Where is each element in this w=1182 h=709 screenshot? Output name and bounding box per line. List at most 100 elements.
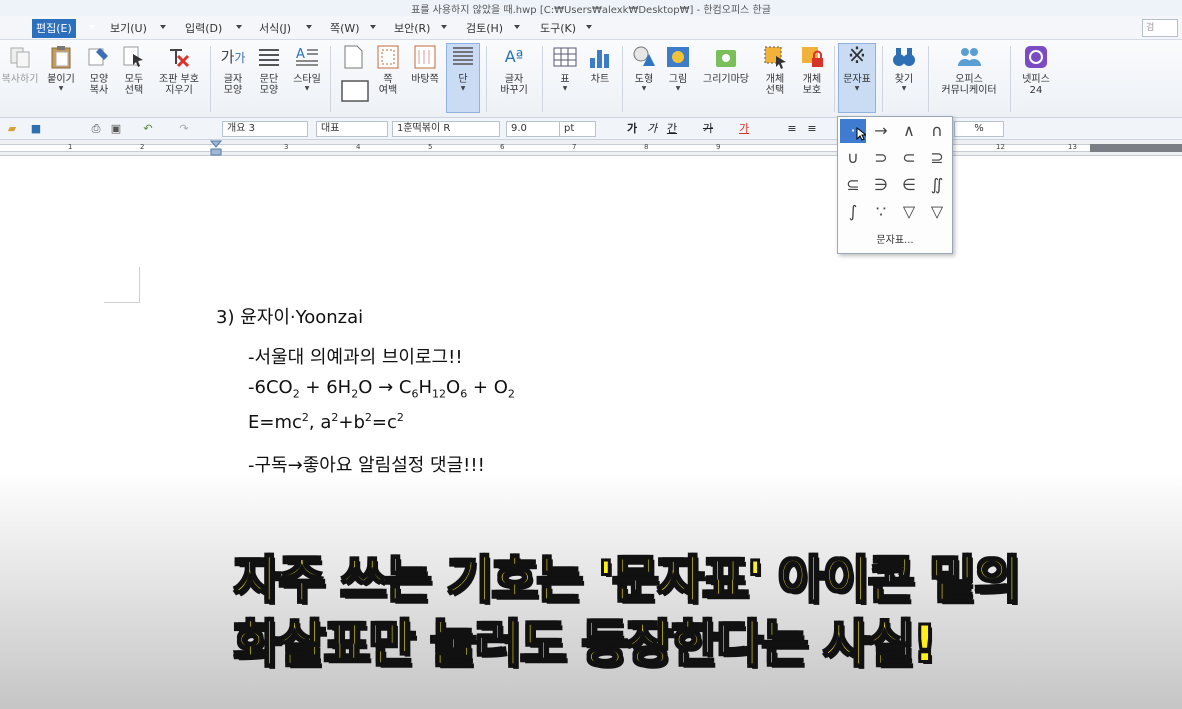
columns-button[interactable]: 단 ▼: [446, 43, 480, 113]
align-justify-icon[interactable]: ≡: [784, 121, 800, 137]
menu-security[interactable]: 보안(R): [394, 20, 430, 37]
ruler-number: 13: [1068, 143, 1077, 151]
char-map-button[interactable]: ※ 문자표 ▼: [838, 43, 876, 113]
strike-button[interactable]: 가: [700, 121, 716, 137]
menu-page[interactable]: 쪽(W): [330, 20, 360, 37]
underline-button[interactable]: 간: [664, 121, 680, 137]
menu-security-chevron-icon[interactable]: [441, 25, 447, 29]
menu-edit-chevron-icon[interactable]: [89, 25, 95, 29]
doc-line-formula: E=mc2, a2+b2=c2: [248, 411, 404, 433]
symbol-contains[interactable]: ∋: [868, 173, 894, 197]
clear-codes-button[interactable]: 조판 부호 지우기: [152, 44, 206, 96]
symbol-nabla[interactable]: ▽: [896, 200, 922, 224]
align-left-icon[interactable]: ≡: [804, 121, 820, 137]
page-margin-button[interactable]: 쪽 여백: [370, 44, 406, 96]
menu-tools[interactable]: 도구(K): [540, 20, 576, 37]
style-combo[interactable]: 대표: [316, 121, 388, 137]
ruler-number: 2: [140, 143, 145, 151]
chart-button[interactable]: 차트: [584, 44, 616, 85]
select-all-button[interactable]: 모두 선택: [118, 44, 150, 96]
picture-icon: [665, 44, 691, 70]
copy-button[interactable]: 복사하기: [0, 44, 40, 85]
find-button[interactable]: 찾기 ▼: [886, 44, 922, 92]
save-icon[interactable]: ■: [28, 121, 44, 137]
symbol-nabla-outline[interactable]: ▽: [924, 200, 950, 224]
table-button[interactable]: 표 ▼: [550, 44, 580, 92]
ruler-number: 5: [428, 143, 433, 151]
netffice-icon: [1023, 44, 1049, 70]
page-landscape-icon: [340, 78, 369, 104]
symbol-union[interactable]: ∪: [840, 146, 866, 170]
office-community-button[interactable]: 오피스 커뮤니케이터: [932, 44, 1006, 96]
menu-insert-chevron-icon[interactable]: [236, 25, 242, 29]
page-margin-icon: [375, 44, 401, 70]
menu-format[interactable]: 서식(J): [259, 20, 291, 37]
menu-edit[interactable]: 편집(E): [32, 19, 76, 38]
menu-format-chevron-icon[interactable]: [306, 25, 312, 29]
lock-icon: [799, 44, 825, 70]
symbol-intersection[interactable]: ∩: [924, 119, 950, 143]
page-icon: [340, 44, 366, 70]
table-icon: [552, 44, 578, 70]
print-icon[interactable]: ⎙: [88, 121, 104, 137]
netffice-button[interactable]: 넷피스 24: [1014, 44, 1058, 96]
para-shape-button[interactable]: 문단 모양: [252, 44, 286, 96]
page-setup-button[interactable]: [336, 44, 370, 104]
binoculars-icon: [891, 44, 917, 70]
outline-combo[interactable]: 개요 3: [222, 121, 308, 137]
open-folder-icon[interactable]: ▰: [4, 121, 20, 137]
ribbon: 복사하기 붙이기 ▼ 모양 복사 모두 선택 조판 부호 지우기 가가 글자 모양…: [0, 40, 1182, 118]
font-size-input[interactable]: 9.0: [506, 121, 560, 137]
menu-insert[interactable]: 입력(D): [185, 20, 222, 37]
picture-button[interactable]: 그림 ▼: [662, 44, 694, 92]
people-icon: [956, 44, 982, 70]
format-copy-button[interactable]: 모양 복사: [82, 44, 116, 96]
window-title: 표를 사용하지 않았을 때.hwp [C:₩Users₩alexk₩Deskto…: [411, 5, 771, 16]
object-protect-button[interactable]: 개체 보호: [794, 44, 830, 96]
menu-view[interactable]: 보기(U): [110, 20, 147, 37]
text-color-button[interactable]: 가: [736, 121, 752, 137]
menu-review[interactable]: 검토(H): [466, 20, 503, 37]
doc-line-heading: 3) 윤자이·Yoonzai: [216, 307, 364, 328]
menu-page-chevron-icon[interactable]: [370, 25, 376, 29]
drawing-button[interactable]: 그리기마당: [696, 44, 756, 85]
italic-button[interactable]: 가: [644, 121, 660, 137]
char-change-button[interactable]: Aª 글자 바꾸기: [494, 44, 534, 96]
doc-line-subtitle: -서울대 의예과의 브이로그!!: [248, 347, 463, 368]
zoom-percent[interactable]: %: [954, 121, 1004, 137]
font-combo[interactable]: 1훈떡볶이 R: [392, 121, 500, 137]
menu-review-chevron-icon[interactable]: [514, 25, 520, 29]
object-select-button[interactable]: 개체 선택: [758, 44, 792, 96]
symbol-because[interactable]: ∵: [868, 200, 894, 224]
font-size-unit[interactable]: pt: [560, 121, 596, 137]
page-bg-button[interactable]: 바탕쪽: [406, 44, 444, 85]
symbol-logical-and[interactable]: ∧: [896, 119, 922, 143]
symbol-superset-equal[interactable]: ⊇: [924, 146, 950, 170]
clear-codes-icon: [166, 44, 192, 70]
symbol-subset[interactable]: ⊂: [896, 146, 922, 170]
symbol-double-integral[interactable]: ∬: [924, 173, 950, 197]
symbol-integral[interactable]: ∫: [840, 200, 866, 224]
ruler-number: 7: [572, 143, 577, 151]
shape-button[interactable]: 도형 ▼: [626, 44, 662, 92]
symbol-right-arrow[interactable]: →: [868, 119, 894, 143]
redo-icon[interactable]: ↷: [176, 121, 192, 137]
paste-button[interactable]: 붙이기 ▼: [42, 44, 80, 92]
char-shape-button[interactable]: 가가 글자 모양: [214, 44, 252, 96]
symbol-element-of[interactable]: ∈: [896, 173, 922, 197]
ribbon-separator: [622, 46, 623, 112]
caption-line-1: 자주 쓰는 기호는 '문자표' 아이콘 밑의: [233, 550, 1022, 610]
symbol-subset-equal[interactable]: ⊆: [840, 173, 866, 197]
search-input[interactable]: 검: [1142, 19, 1178, 37]
menu-tools-chevron-icon[interactable]: [586, 25, 592, 29]
chart-icon: [587, 44, 613, 70]
preview-icon[interactable]: ▣: [108, 121, 124, 137]
bold-button[interactable]: 가: [624, 121, 640, 137]
indent-marker-icon[interactable]: [210, 140, 222, 156]
ruler-number: 1: [68, 143, 73, 151]
menu-view-chevron-icon[interactable]: [160, 25, 166, 29]
undo-icon[interactable]: ↶: [140, 121, 156, 137]
char-map-more-button[interactable]: 문자표...: [838, 231, 952, 246]
style-button[interactable]: A 스타일 ▼: [288, 44, 326, 92]
symbol-superset[interactable]: ⊃: [868, 146, 894, 170]
